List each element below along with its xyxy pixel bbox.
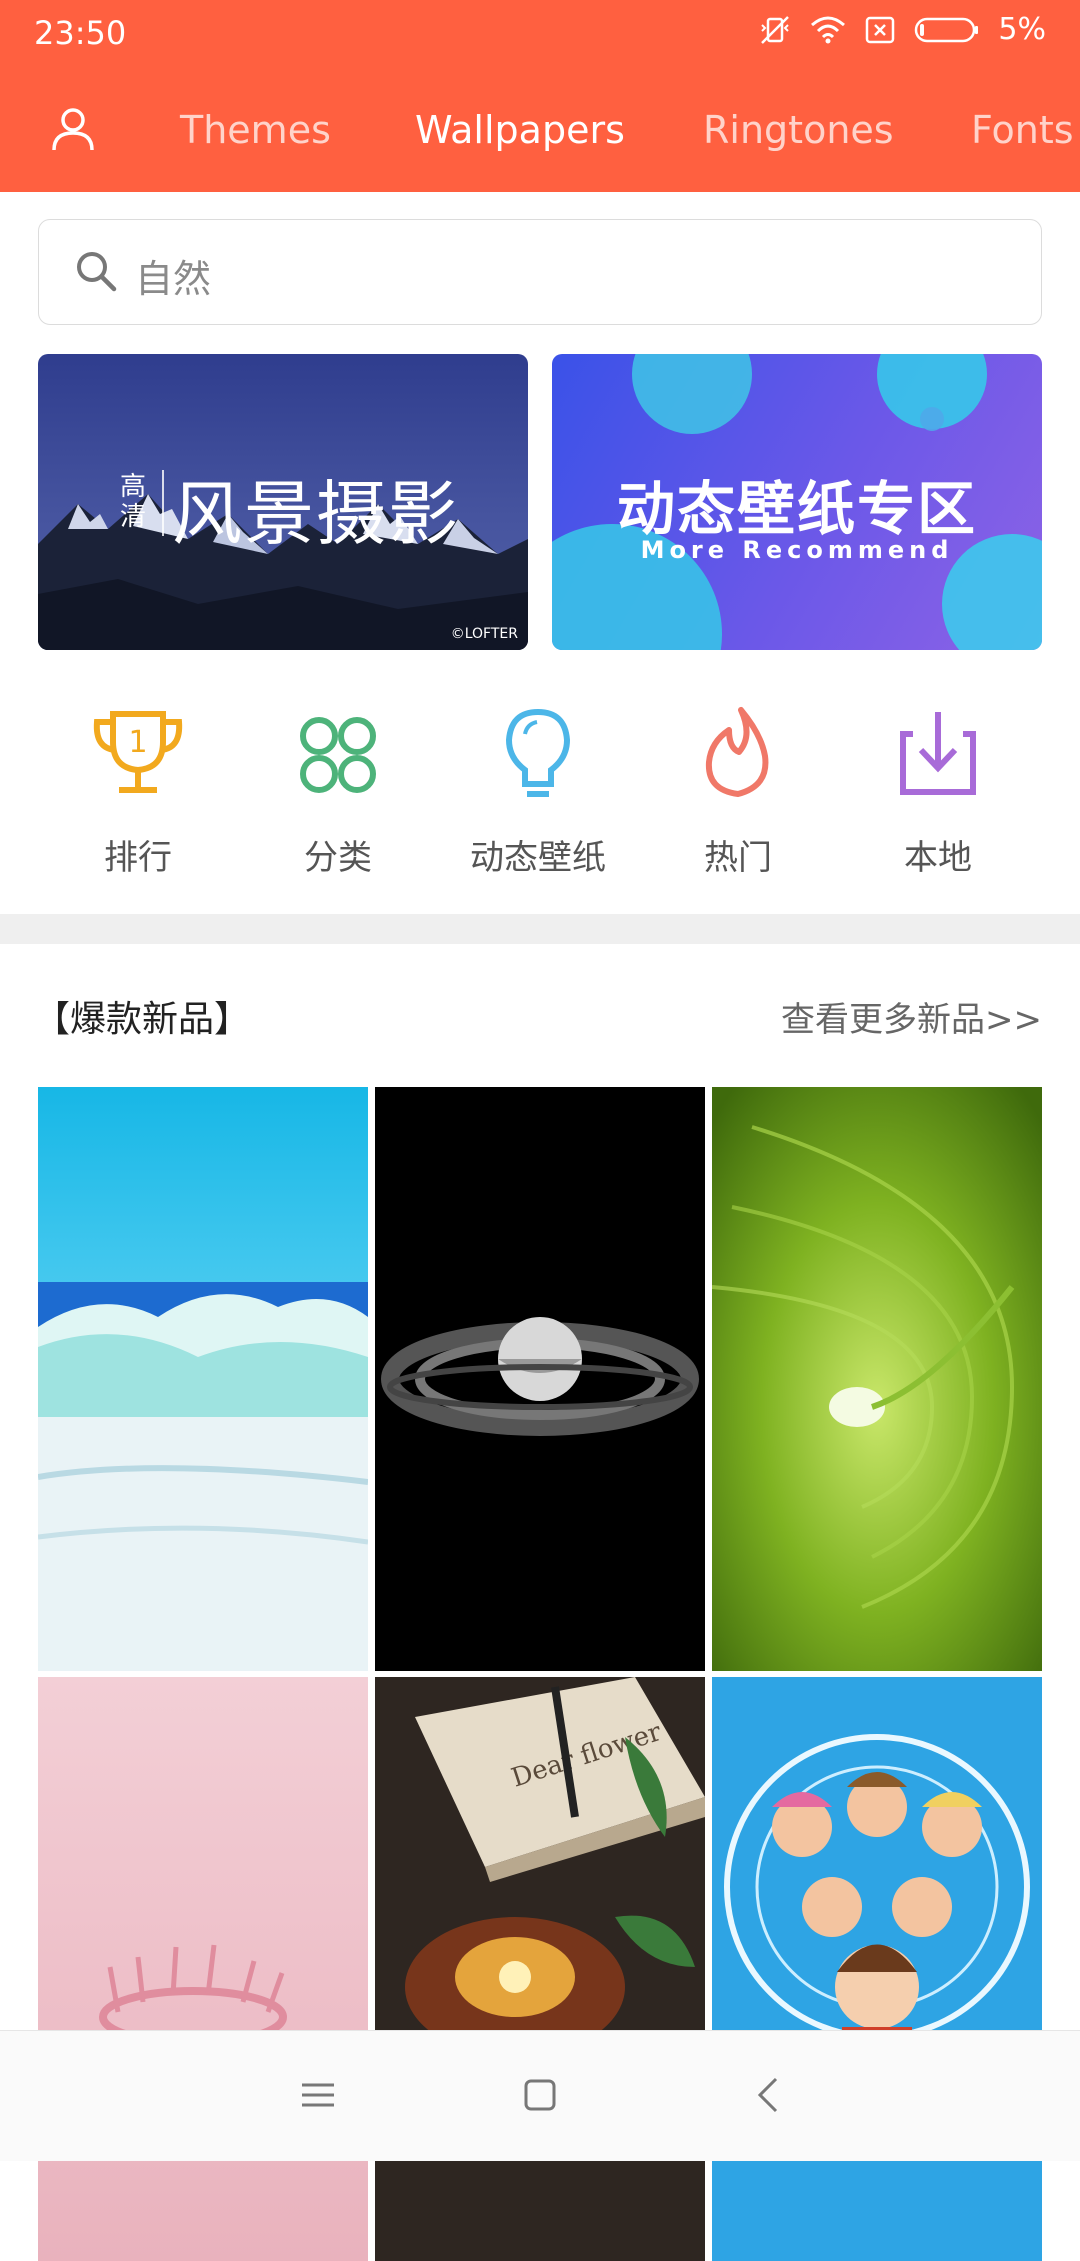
search-input[interactable]: 自然 — [38, 219, 1042, 325]
banner-credit: ©LOFTER — [450, 626, 518, 642]
tab-fonts[interactable]: Fonts — [971, 108, 1074, 152]
menu-icon[interactable] — [300, 2077, 336, 2113]
grid-circles-icon — [300, 717, 376, 793]
wallpaper-leaf — [712, 1087, 1042, 1671]
category-live-wallpaper[interactable]: 动态壁纸 — [438, 700, 638, 879]
search-placeholder: 自然 — [135, 257, 212, 301]
wallpaper-thumbnail[interactable]: Dear flower — [375, 1677, 705, 2261]
system-nav-bar — [0, 2030, 1080, 2161]
banner-subtitle: More Recommend — [640, 536, 954, 564]
wallpaper-thumbnail[interactable] — [712, 1677, 1042, 2261]
banner-title: 风景摄影 — [172, 473, 460, 555]
lightbulb-icon — [505, 708, 571, 797]
wallpaper-planet — [375, 1087, 705, 1671]
category-ranking[interactable]: 1 排行 — [38, 700, 238, 879]
status-bar: 23:50 5% — [0, 0, 1080, 66]
category-label: 分类 — [304, 838, 372, 878]
tab-ringtones[interactable]: Ringtones — [703, 108, 894, 152]
banner-hd-label: 高清 — [119, 472, 146, 532]
user-profile-icon[interactable] — [50, 106, 96, 152]
status-time: 23:50 — [34, 14, 127, 52]
no-sim-icon — [866, 16, 895, 43]
banner-title: 动态壁纸专区 — [616, 475, 977, 543]
home-icon[interactable] — [522, 2077, 558, 2113]
download-icon — [900, 712, 976, 795]
wallpaper-wave — [38, 1087, 368, 1671]
category-local[interactable]: 本地 — [838, 700, 1038, 879]
section-header: 【爆款新品】 查看更多新品>> — [0, 990, 1080, 1050]
banner-landscape-photography[interactable]: 高清 风景摄影 ©LOFTER — [38, 354, 528, 650]
wallpaper-thumbnail[interactable] — [375, 1087, 705, 1671]
wallpaper-cartoon-characters — [712, 1677, 1042, 2261]
top-tab-bar: Themes Wallpapers Ringtones Fonts — [0, 66, 1080, 192]
wallpaper-thumbnail[interactable] — [38, 1087, 368, 1671]
category-classify[interactable]: 分类 — [238, 700, 438, 879]
category-label: 动态壁纸 — [470, 838, 606, 878]
tab-wallpapers[interactable]: Wallpapers — [415, 108, 625, 152]
battery-percent: 5% — [998, 12, 1046, 47]
banner-live-wallpapers[interactable]: 动态壁纸专区 More Recommend — [552, 354, 1042, 650]
wallpaper-thumbnail[interactable] — [712, 1087, 1042, 1671]
category-hot[interactable]: 热门 — [638, 700, 838, 879]
trophy-icon: 1 — [93, 711, 183, 793]
more-new-link[interactable]: 查看更多新品>> — [781, 992, 1042, 1041]
svg-text:1: 1 — [128, 725, 147, 760]
category-label: 本地 — [904, 838, 972, 878]
section-title: 【爆款新品】 — [34, 999, 251, 1040]
banner-divider — [162, 470, 164, 536]
wallpaper-thumbnail[interactable] — [38, 1677, 368, 2261]
status-icons: 5% — [758, 12, 1046, 47]
tab-themes[interactable]: Themes — [180, 108, 331, 152]
category-label: 排行 — [104, 838, 172, 878]
battery-icon — [915, 17, 979, 42]
search-icon — [77, 252, 117, 292]
wallpaper-pink-splash — [38, 1677, 368, 2261]
flame-icon — [705, 707, 769, 797]
section-divider — [0, 914, 1080, 944]
category-label: 热门 — [704, 838, 772, 878]
wifi-icon — [811, 16, 846, 43]
wallpaper-notebook-flowers: Dear flower — [375, 1677, 705, 2261]
back-icon[interactable] — [752, 2077, 788, 2113]
vibrate-off-icon — [761, 15, 790, 44]
